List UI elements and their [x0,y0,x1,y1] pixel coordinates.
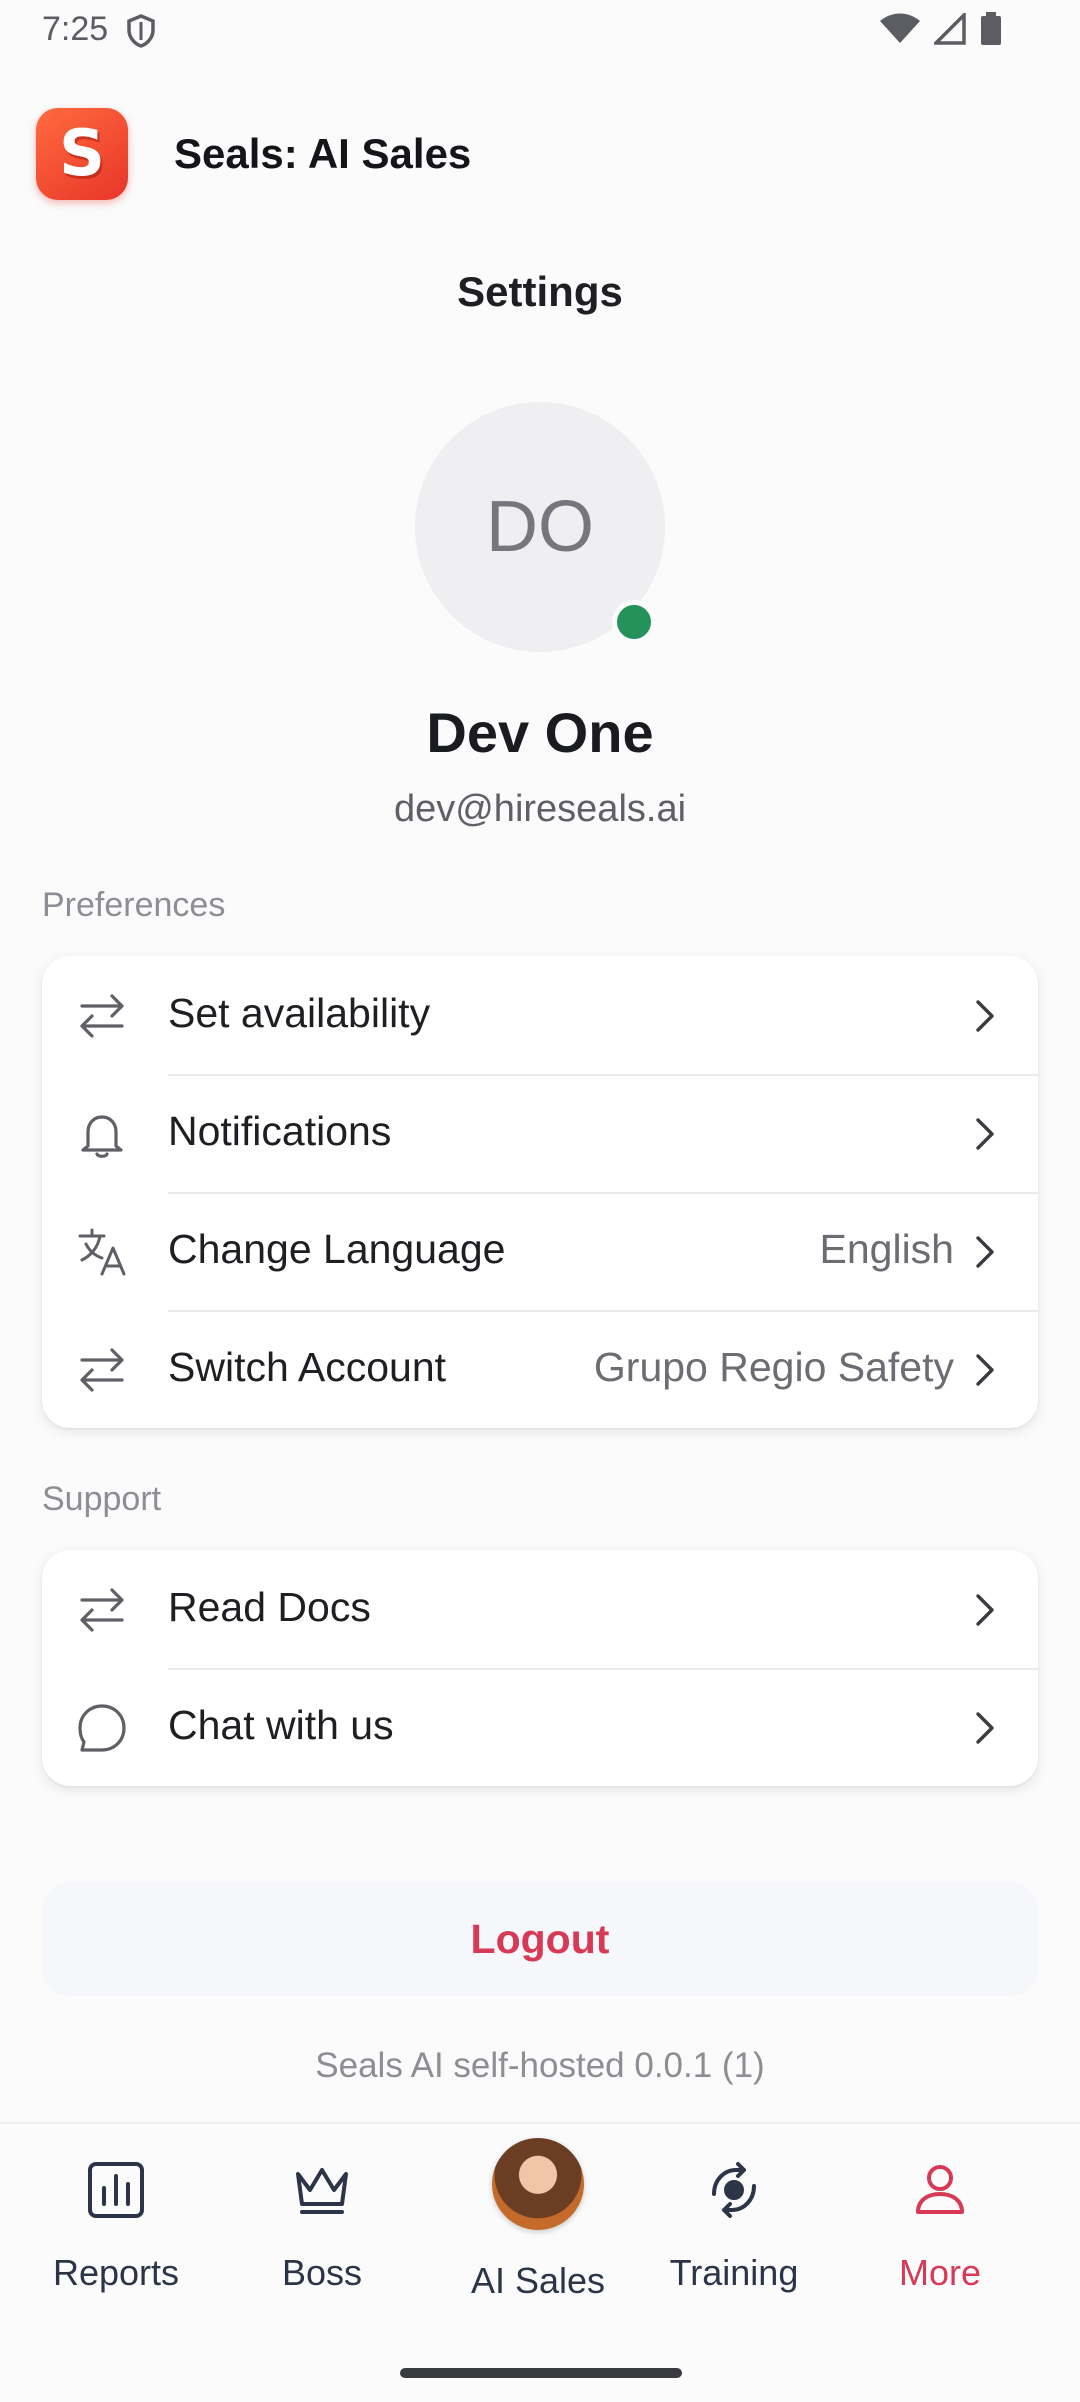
section-label-support: Support [42,1480,162,1518]
chevron-right-icon [976,1712,994,1744]
settings-row-notifications[interactable]: Notifications [42,1074,1038,1192]
chevron-right-icon [976,1118,994,1150]
bell-icon [81,1115,123,1158]
cellular-signal-icon [934,13,966,45]
wifi-icon [880,13,920,43]
crown-icon [296,2168,348,2214]
shield-icon [127,14,155,48]
page-title: Settings [457,268,623,315]
nav-tab-reports[interactable]: Reports [8,2124,224,2324]
current-language-value: English [819,1226,954,1272]
settings-row-set-availability[interactable]: Set availability [42,956,1038,1074]
row-label: Change Language [168,1226,506,1272]
support-card: Read Docs Chat with us [42,1550,1038,1786]
row-label: Switch Account [168,1344,447,1390]
status-indicators [880,12,1002,46]
nav-label: More [898,2252,982,2293]
bottom-navigation: Reports Boss AI Sales Training More [0,2122,1080,2402]
chevron-right-icon [976,1354,994,1386]
swap-arrows-icon [80,994,124,1038]
swap-arrows-icon [80,1588,124,1632]
nav-label: Boss [281,2252,363,2293]
chevron-right-icon [976,1236,994,1268]
translate-icon [78,1228,126,1276]
settings-row-read-docs[interactable]: Read Docs [42,1550,1038,1668]
profile-email: dev@hireseals.ai [393,788,687,830]
logout-button[interactable]: Logout [42,1882,1038,1996]
ai-sales-agent-avatar [492,2138,584,2230]
chevron-right-icon [976,1594,994,1626]
nav-tab-training[interactable]: Training [626,2124,842,2324]
preferences-card: Set availability Notifications Change La… [42,956,1038,1428]
row-label: Chat with us [168,1702,394,1748]
home-indicator[interactable] [400,2368,682,2378]
chevron-right-icon [976,1000,994,1032]
swap-arrows-icon [80,1348,124,1392]
status-time: 7:25 [42,10,109,48]
nav-label: AI Sales [470,2260,606,2301]
app-version-text: Seals AI self-hosted 0.0.1 (1) [315,2046,765,2085]
chat-bubble-icon [78,1704,126,1752]
app-logo-letter: S [58,117,106,191]
row-label: Notifications [168,1108,392,1154]
nav-tab-boss[interactable]: Boss [214,2124,430,2324]
online-status-indicator [612,600,656,644]
row-label: Set availability [168,990,431,1036]
rotate-brain-icon [712,2162,756,2218]
settings-row-chat-with-us[interactable]: Chat with us [42,1668,1038,1786]
app-bar: S Seals: AI Sales [0,100,1080,210]
profile-name: Dev One [426,701,654,764]
section-label-preferences: Preferences [42,886,226,924]
app-logo: S [36,108,128,200]
person-icon [916,2165,964,2214]
current-account-value: Grupo Regio Safety [593,1344,954,1390]
settings-row-change-language[interactable]: Change Language English [42,1192,1038,1310]
nav-label: Reports [52,2252,180,2293]
nav-label: Training [669,2252,799,2293]
settings-row-switch-account[interactable]: Switch Account Grupo Regio Safety [42,1310,1038,1428]
app-title: Seals: AI Sales [174,130,472,177]
bar-chart-icon [88,2162,144,2218]
status-bar: 7:25 [0,0,1080,60]
nav-tab-ai-sales[interactable]: AI Sales [430,2124,646,2324]
battery-icon [981,12,1001,45]
row-label: Read Docs [168,1584,371,1630]
nav-tab-more[interactable]: More [832,2124,1048,2324]
